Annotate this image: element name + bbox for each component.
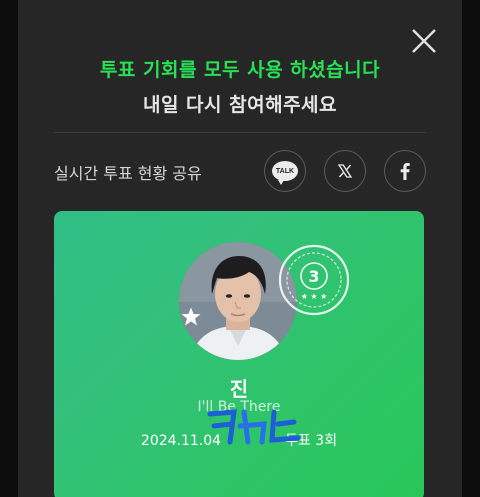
kakaotalk-icon: TALK	[272, 161, 298, 185]
x-logo-icon	[337, 164, 353, 178]
close-button[interactable]	[409, 26, 439, 56]
share-title: 실시간 투표 현황 공유	[54, 164, 202, 183]
star-icon	[181, 307, 201, 326]
backdrop-right	[462, 0, 480, 497]
kakao-talk-share-button[interactable]: TALK	[264, 150, 306, 192]
svg-text:★ ★ ★: ★ ★ ★	[301, 292, 328, 301]
kakaotalk-label: TALK	[275, 167, 295, 175]
vote-count-stamp-icon: 3 ★ ★ ★	[278, 244, 350, 316]
vote-count-badge: 3	[308, 267, 319, 286]
facebook-share-button[interactable]	[384, 150, 426, 192]
vote-complete-modal: 투표 기회를 모두 사용 하셨습니다 내일 다시 참여해주세요 실시간 투표 현…	[18, 0, 462, 497]
close-icon	[412, 29, 436, 53]
vote-result-card: 3 ★ ★ ★ 진 I'll Be There 2024.11.04 투표 3회	[54, 211, 424, 497]
signature-watermark	[207, 409, 301, 445]
vote-used-message: 투표 기회를 모두 사용 하셨습니다	[99, 59, 381, 81]
divider	[54, 132, 426, 133]
facebook-icon	[400, 163, 410, 180]
come-back-message: 내일 다시 참여해주세요	[142, 94, 338, 116]
artist-name: 진	[229, 377, 249, 401]
backdrop-left	[0, 0, 18, 497]
x-share-button[interactable]	[324, 150, 366, 192]
